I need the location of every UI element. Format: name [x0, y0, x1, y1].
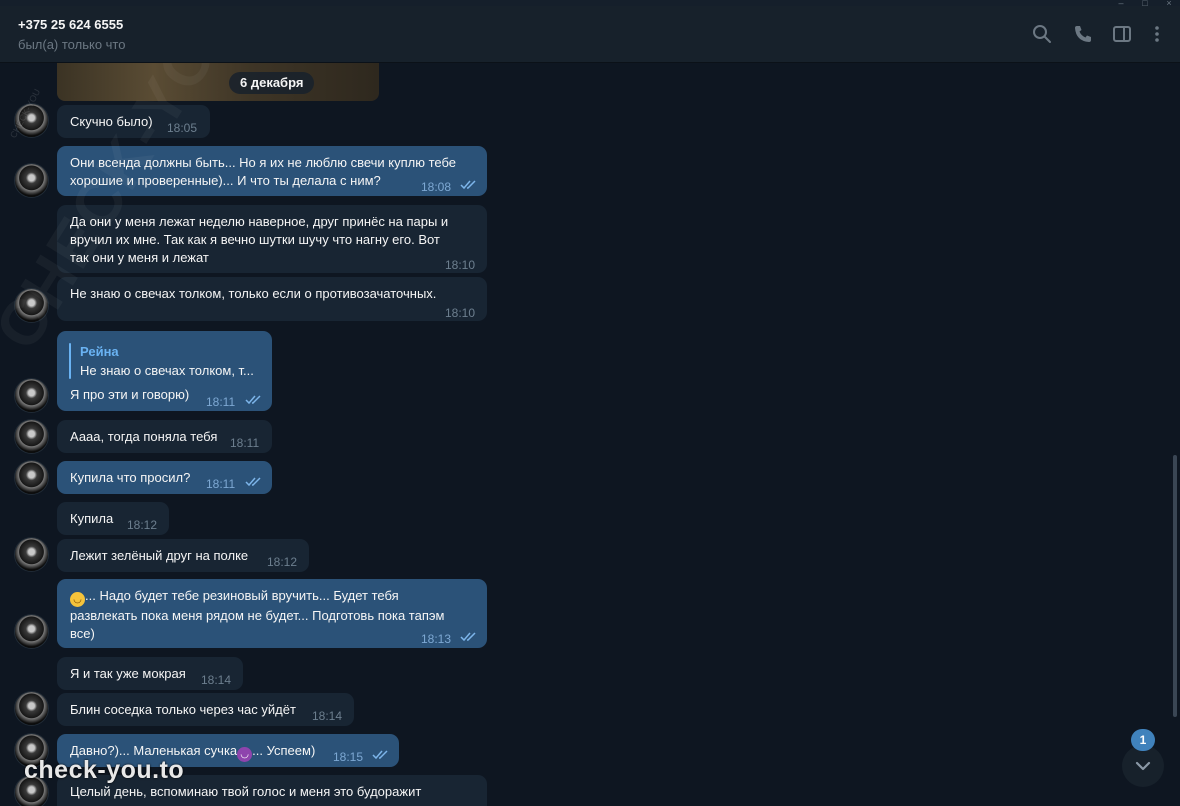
message-list[interactable]: 6 декабря Скучно было) 18:05 Они всенда …	[0, 63, 1168, 806]
unread-count-badge: 1	[1131, 729, 1155, 751]
telegram-chat-window: – □ × +375 25 624 6555 был(а) только что…	[0, 0, 1180, 806]
avatar[interactable]	[15, 104, 48, 137]
call-button[interactable]	[1071, 22, 1095, 46]
date-separator: 6 декабря	[229, 72, 315, 94]
message-time: 18:14	[312, 709, 343, 723]
message-bubble[interactable]: Я и так уже мокрая 18:14	[57, 657, 243, 690]
message-bubble[interactable]: Лежит зелёный друг на полке 18:12	[57, 539, 309, 572]
message-text: Я и так уже мокрая	[70, 666, 186, 681]
search-button[interactable]	[1030, 22, 1054, 46]
avatar[interactable]	[15, 615, 48, 648]
read-checkmarks-icon	[245, 477, 261, 487]
avatar[interactable]	[15, 379, 48, 412]
sidebar-toggle-icon	[1113, 26, 1131, 42]
chat-header[interactable]: +375 25 624 6555 был(а) только что	[0, 6, 1180, 63]
message-bubble[interactable]: Давно?)... Маленькая сучка ◡... Успеем) 1…	[57, 734, 399, 767]
toggle-sidebar-button[interactable]	[1110, 22, 1134, 46]
avatar[interactable]	[15, 692, 48, 725]
more-menu-button[interactable]	[1145, 22, 1169, 46]
message-time: 18:14	[201, 673, 232, 687]
message-bubble[interactable]: Целый день, вспоминаю твой голос и меня …	[57, 775, 487, 806]
reply-author[interactable]: Рейна	[80, 343, 119, 361]
message-time: 18:11	[206, 477, 236, 491]
message-bubble[interactable]: Аааа, тогда поняла тебя 18:11	[57, 420, 272, 453]
message-text: Давно?)... Маленькая сучка ◡... Успеем)	[70, 743, 316, 762]
message-text: Да они у меня лежат неделю наверное, дру…	[70, 214, 449, 265]
message-text: Я про эти и говорю)	[70, 387, 190, 402]
reply-quote-bar	[69, 343, 71, 379]
message-time: 18:11	[230, 436, 260, 450]
read-checkmarks-icon	[245, 395, 261, 405]
chevron-down-icon	[1135, 761, 1151, 771]
message-text: ◡... Надо будет тебе резиновый вручить..…	[70, 588, 445, 641]
message-time: 18:08	[421, 180, 452, 194]
avatar[interactable]	[15, 734, 48, 767]
avatar[interactable]	[15, 776, 48, 806]
message-time: 18:13	[421, 632, 452, 646]
previous-photo-message[interactable]	[57, 63, 379, 101]
scrollbar[interactable]	[1170, 63, 1178, 806]
scrollbar-thumb[interactable]	[1173, 455, 1177, 717]
message-bubble[interactable]: Они всенда должны быть... Но я их не люб…	[57, 146, 487, 196]
message-time: 18:12	[127, 518, 158, 532]
message-text: Аааа, тогда поняла тебя	[70, 429, 218, 444]
message-text: Целый день, вспоминаю твой голос и меня …	[70, 784, 422, 799]
message-text: Лежит зелёный друг на полке	[70, 548, 249, 563]
read-checkmarks-icon	[372, 750, 388, 760]
avatar[interactable]	[15, 420, 48, 453]
avatar[interactable]	[15, 289, 48, 322]
message-text: Они всенда должны быть... Но я их не люб…	[70, 155, 457, 188]
message-time: 18:05	[167, 121, 198, 135]
read-checkmarks-icon	[460, 632, 476, 642]
message-text: Купила	[70, 511, 114, 526]
more-vertical-icon	[1155, 26, 1159, 42]
avatar[interactable]	[15, 164, 48, 197]
peer-status: был(а) только что	[18, 37, 126, 52]
message-text: Не знаю о свечах толком, только если о п…	[70, 286, 437, 301]
message-bubble[interactable]: Скучно было) 18:05	[57, 105, 210, 138]
reply-preview[interactable]: Не знаю о свечах толком, т...	[80, 362, 254, 380]
message-bubble-with-reply[interactable]: Рейна Не знаю о свечах толком, т... Я пр…	[57, 331, 272, 411]
message-time: 18:11	[206, 395, 236, 409]
message-time: 18:12	[267, 555, 298, 569]
message-bubble[interactable]: ◡... Надо будет тебе резиновый вручить..…	[57, 579, 487, 648]
message-text: Скучно было)	[70, 114, 153, 129]
message-bubble[interactable]: Блин соседка только через час уйдёт 18:1…	[57, 693, 354, 726]
message-time: 18:15	[333, 750, 364, 764]
message-text: Блин соседка только через час уйдёт	[70, 702, 296, 717]
laughing-emoji: ◡	[70, 592, 85, 607]
avatar[interactable]	[15, 538, 48, 571]
message-bubble[interactable]: Купила 18:12	[57, 502, 169, 535]
message-bubble[interactable]: Да они у меня лежат неделю наверное, дру…	[57, 205, 487, 273]
read-checkmarks-icon	[460, 180, 476, 190]
message-bubble[interactable]: Купила что просил? 18:11	[57, 461, 272, 494]
message-text: Купила что просил?	[70, 470, 191, 485]
devil-emoji: ◡	[237, 747, 253, 762]
phone-icon	[1075, 26, 1091, 42]
scroll-to-bottom-button[interactable]	[1122, 745, 1164, 787]
message-bubble[interactable]: Не знаю о свечах толком, только если о п…	[57, 277, 487, 321]
avatar[interactable]	[15, 461, 48, 494]
search-icon	[1033, 25, 1051, 43]
message-time: 18:10	[445, 258, 476, 272]
peer-name[interactable]: +375 25 624 6555	[18, 17, 123, 32]
message-time: 18:10	[445, 306, 476, 320]
